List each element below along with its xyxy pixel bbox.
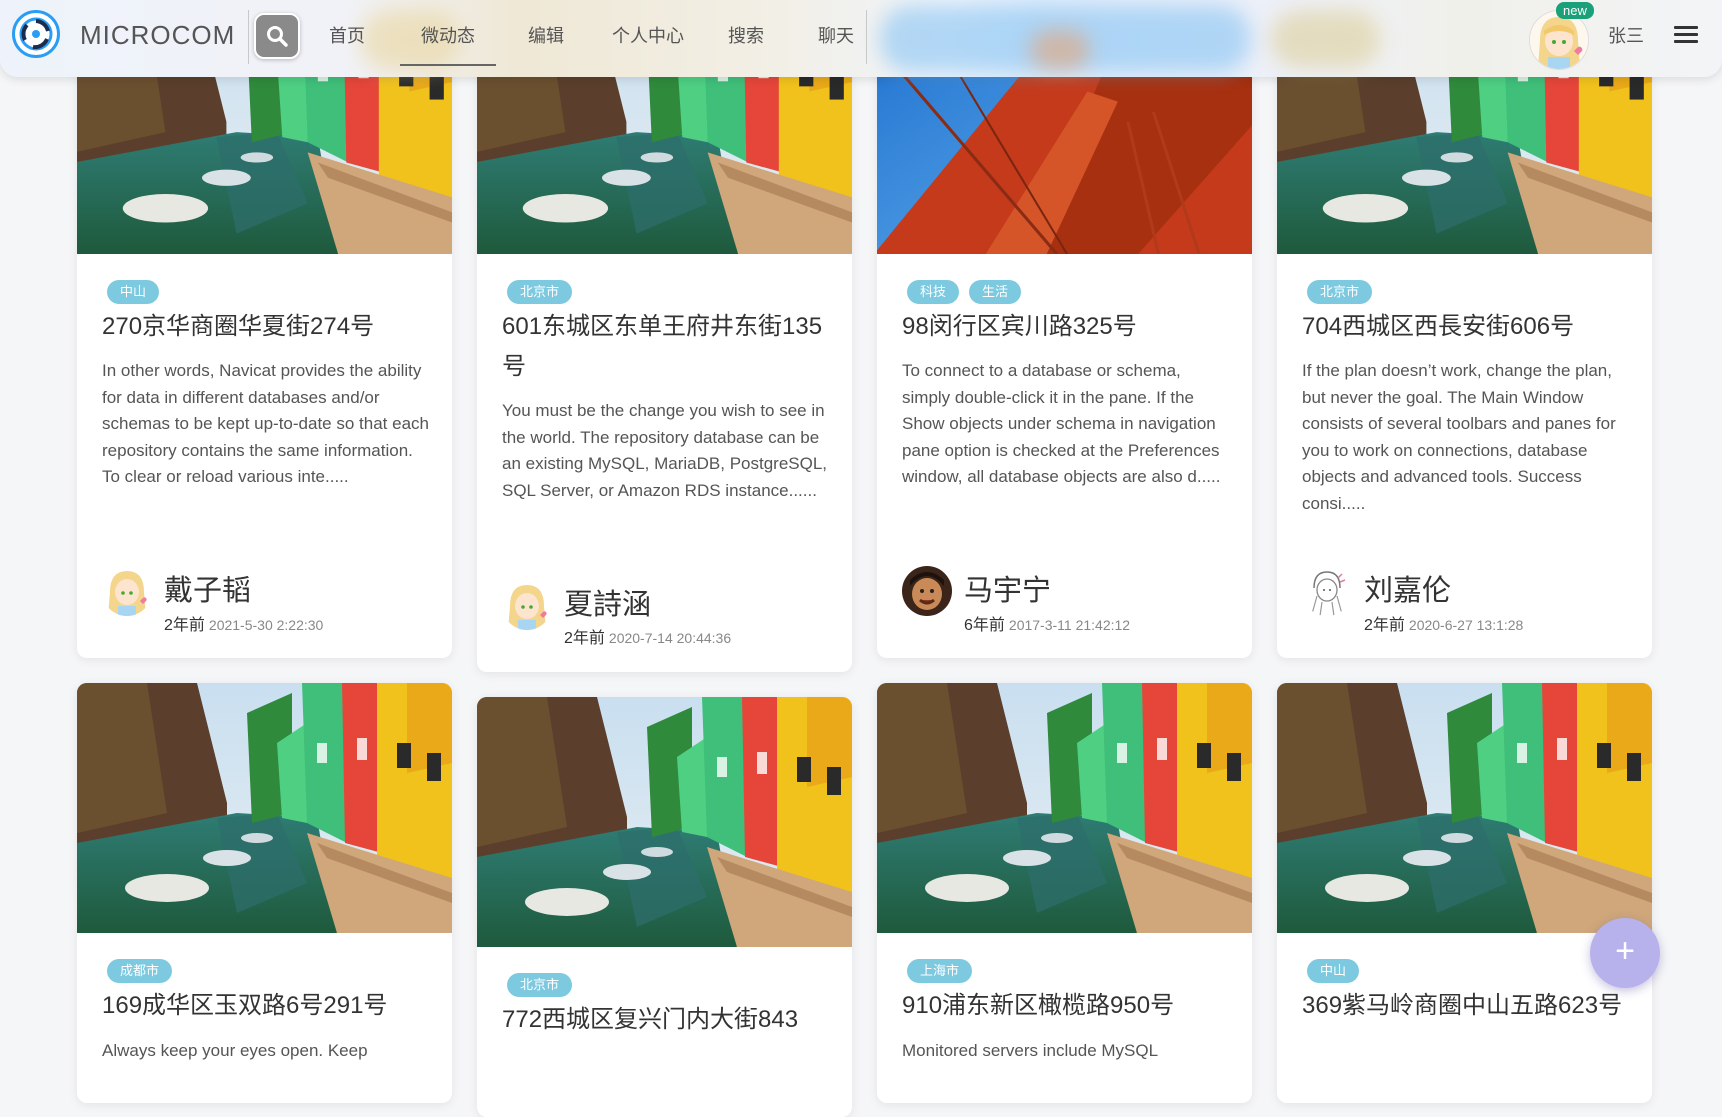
post-meta: 6年前 2017-3-11 21:42:12	[964, 611, 1130, 635]
author-name[interactable]: 马宇宁	[964, 567, 1051, 609]
post-title[interactable]: 270京华商圈华夏街274号	[102, 307, 432, 347]
post-image[interactable]	[477, 697, 852, 947]
microcom-logo-icon[interactable]	[12, 10, 60, 58]
post-excerpt: To connect to a database or schema, simp…	[902, 361, 1221, 486]
location-tag[interactable]: 成都市	[107, 959, 173, 983]
divider	[248, 10, 249, 64]
post-card[interactable]: 北京市 704西城区西長安街606号 If the plan doesn’t w…	[1277, 0, 1652, 658]
relative-time: 2年前	[564, 630, 605, 647]
header-bg-blur	[1030, 30, 1090, 70]
post-title[interactable]: 169成华区玉双路6号291号	[102, 986, 432, 1026]
post-timestamp: 2021-5-30 2:22:30	[208, 617, 324, 633]
post-excerpt: Always keep your eyes open. Keep	[102, 1041, 368, 1060]
divider	[866, 10, 867, 64]
new-badge: new	[1556, 2, 1594, 19]
location-tag[interactable]: 北京市	[507, 973, 573, 997]
nav-chat[interactable]: 聊天	[798, 0, 874, 70]
post-title[interactable]: 98闵行区宾川路325号	[902, 307, 1232, 347]
author-avatar[interactable]	[102, 566, 152, 616]
location-tag[interactable]: 北京市	[1307, 280, 1373, 304]
plus-icon: +	[1615, 932, 1635, 970]
post-image[interactable]	[1277, 683, 1652, 933]
post-card[interactable]: 中山 369紫马岭商圈中山五路623号	[1277, 683, 1652, 1103]
relative-time: 6年前	[964, 617, 1005, 634]
search-icon	[267, 26, 288, 47]
post-meta: 2年前 2020-7-14 20:44:36	[564, 624, 731, 648]
post-title[interactable]: 772西城区复兴门内大街843	[502, 1000, 832, 1040]
hamburger-menu-icon[interactable]	[1674, 26, 1698, 44]
category-tag[interactable]: 科技	[907, 280, 960, 304]
nav-home[interactable]: 首页	[310, 0, 384, 70]
relative-time: 2年前	[164, 617, 205, 634]
post-card[interactable]: 中山 270京华商圈华夏街274号 In other words, Navica…	[77, 0, 452, 658]
post-excerpt: In other words, Navicat provides the abi…	[102, 361, 429, 486]
post-excerpt: If the plan doesn’t work, change the pla…	[1302, 361, 1616, 513]
location-tag[interactable]: 北京市	[507, 280, 573, 304]
relative-time: 2年前	[1364, 617, 1405, 634]
nav-edit[interactable]: 编辑	[508, 0, 584, 70]
post-title[interactable]: 369紫马岭商圈中山五路623号	[1302, 986, 1632, 1026]
nav-profile[interactable]: 个人中心	[592, 0, 704, 70]
post-meta: 2年前 2020-6-27 13:1:28	[1364, 611, 1523, 635]
author-avatar[interactable]	[1302, 566, 1352, 616]
post-timestamp: 2020-6-27 13:1:28	[1408, 617, 1524, 633]
main-nav: 首页 微动态 编辑 个人中心 搜索 聊天	[310, 0, 874, 70]
author-avatar[interactable]	[902, 566, 952, 616]
post-meta: 2年前 2021-5-30 2:22:30	[164, 611, 323, 635]
category-tag[interactable]: 生活	[969, 280, 1022, 304]
author-name[interactable]: 夏詩涵	[564, 581, 651, 623]
post-title[interactable]: 704西城区西長安街606号	[1302, 307, 1632, 347]
post-excerpt: You must be the change you wish to see i…	[502, 401, 828, 500]
post-image[interactable]	[77, 683, 452, 933]
header-bg-blur	[1270, 10, 1380, 68]
location-tag[interactable]: 中山	[1307, 959, 1360, 983]
post-timestamp: 2017-3-11 21:42:12	[1008, 617, 1131, 633]
post-title[interactable]: 601东城区东单王府井东街135号	[502, 307, 832, 387]
post-excerpt: Monitored servers include MySQL	[902, 1041, 1159, 1060]
user-avatar[interactable]	[1529, 10, 1589, 70]
add-post-button[interactable]: +	[1590, 918, 1660, 988]
post-card[interactable]: 科技 生活 98闵行区宾川路325号 To connect to a datab…	[877, 0, 1252, 658]
top-navbar: MICROCOM 首页 微动态 编辑 个人中心 搜索 聊天 new 张三	[0, 0, 1722, 77]
author-name[interactable]: 刘嘉伦	[1364, 567, 1451, 609]
post-card[interactable]: 上海市 910浦东新区橄榄路950号 Monitored servers inc…	[877, 683, 1252, 1103]
location-tag[interactable]: 中山	[107, 280, 160, 304]
brand-name[interactable]: MICROCOM	[80, 20, 235, 51]
post-card[interactable]: 北京市 601东城区东单王府井东街135号 You must be the ch…	[477, 0, 852, 672]
author-name[interactable]: 戴子韬	[164, 567, 251, 609]
author-avatar[interactable]	[502, 580, 552, 630]
username[interactable]: 张三	[1608, 22, 1644, 48]
nav-moments[interactable]: 微动态	[400, 0, 496, 70]
post-image[interactable]	[877, 683, 1252, 933]
nav-search[interactable]: 搜索	[708, 0, 784, 70]
search-button[interactable]	[254, 13, 300, 59]
location-tag[interactable]: 上海市	[907, 959, 973, 983]
post-card[interactable]: 北京市 772西城区复兴门内大街843	[477, 697, 852, 1117]
post-card[interactable]: 成都市 169成华区玉双路6号291号 Always keep your eye…	[77, 683, 452, 1103]
post-timestamp: 2020-7-14 20:44:36	[608, 630, 732, 646]
post-title[interactable]: 910浦东新区橄榄路950号	[902, 986, 1232, 1026]
